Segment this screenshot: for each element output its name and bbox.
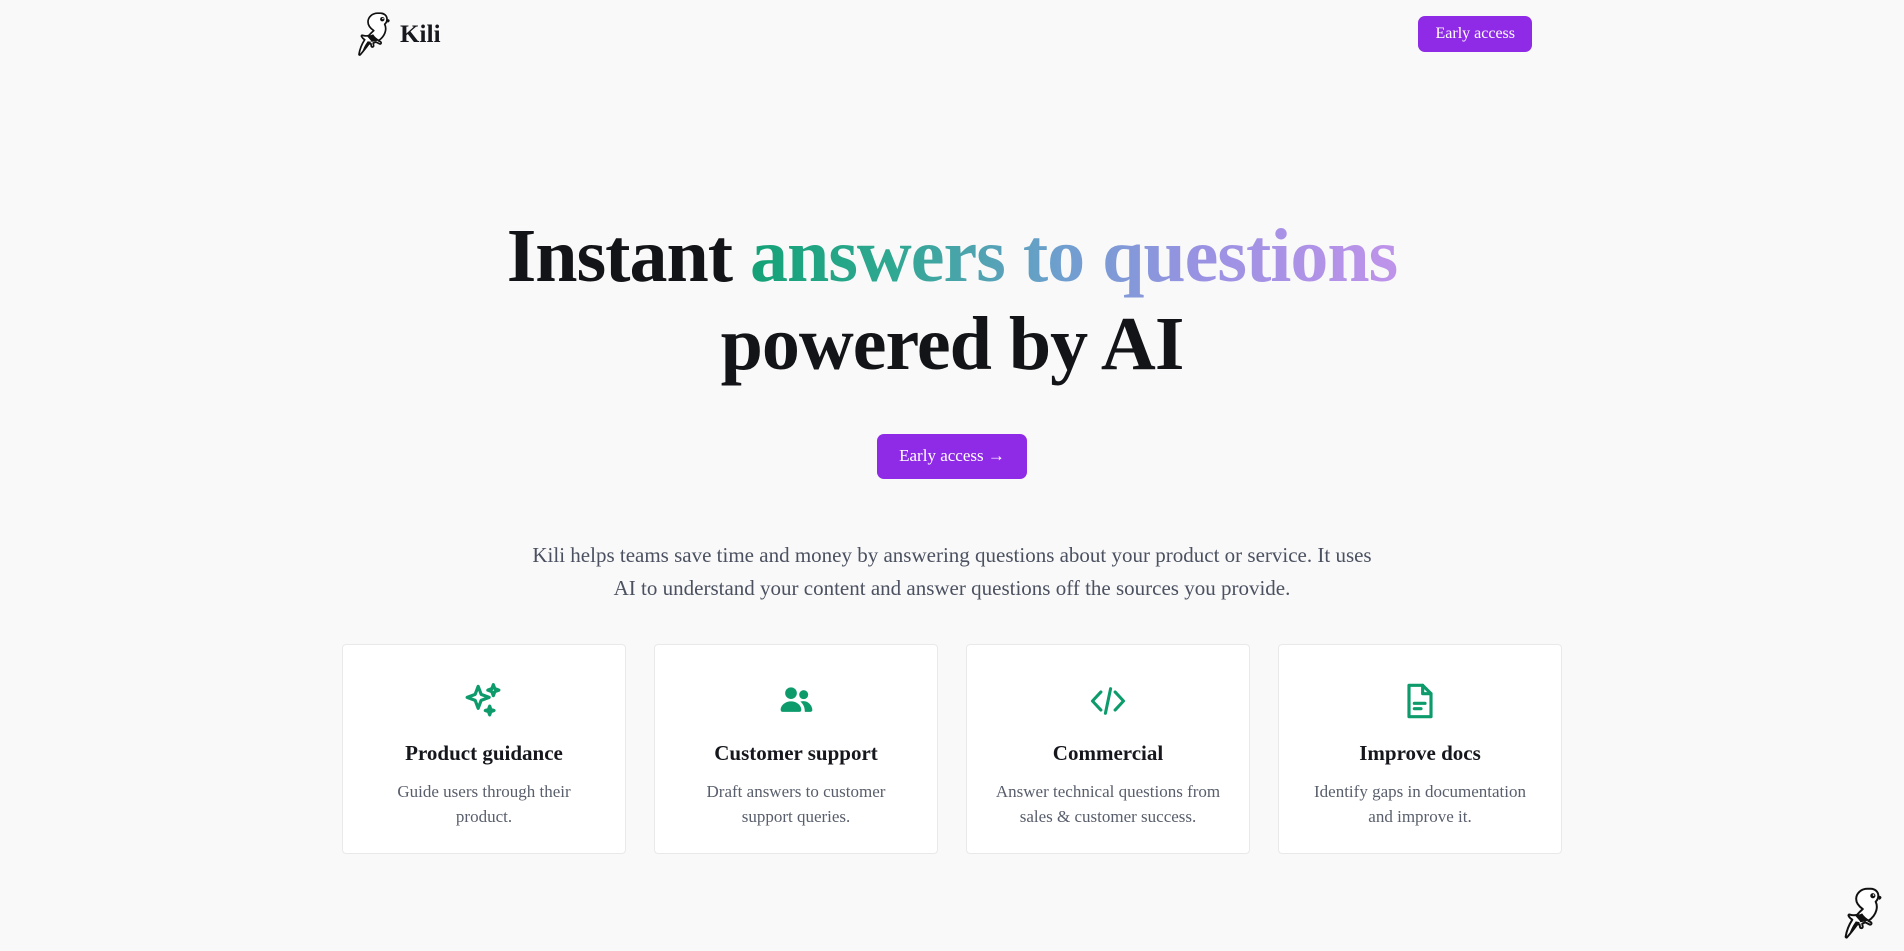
headline-second-line: powered by AI: [720, 302, 1185, 387]
code-brackets-icon: [1087, 679, 1129, 723]
hero-section: Instant answers to questions powered by …: [0, 0, 1904, 855]
feature-card-product-guidance[interactable]: Product guidance Guide users through the…: [342, 644, 626, 855]
feature-card-title: Product guidance: [405, 741, 563, 766]
headline-gradient-text: answers to questions: [750, 214, 1398, 298]
feature-card-title: Improve docs: [1359, 741, 1481, 766]
sparkles-icon: [464, 679, 504, 723]
feature-card-improve-docs[interactable]: Improve docs Identify gaps in documentat…: [1278, 644, 1562, 855]
feature-card-commercial[interactable]: Commercial Answer technical questions fr…: [966, 644, 1250, 855]
parrot-badge-icon[interactable]: [1842, 885, 1882, 941]
hero-cta-wrapper: Early access →: [0, 434, 1904, 479]
feature-card-title: Commercial: [1052, 741, 1164, 766]
feature-card-title: Customer support: [714, 741, 878, 766]
page-title: Instant answers to questions powered by …: [0, 212, 1904, 388]
hero-subtitle: Kili helps teams save time and money by …: [532, 543, 1372, 600]
feature-card-description: Identify gaps in documentation and impro…: [1314, 782, 1526, 826]
feature-card-description: Draft answers to customer support querie…: [706, 782, 886, 826]
feature-card-description: Answer technical questions from sales & …: [995, 782, 1221, 826]
feature-card-customer-support[interactable]: Customer support Draft answers to custom…: [654, 644, 938, 855]
headline-plain-text: Instant: [506, 214, 751, 298]
users-icon: [776, 679, 816, 723]
document-icon: [1401, 679, 1439, 723]
feature-card-description: Guide users through their product.: [397, 782, 571, 826]
hero-early-access-button[interactable]: Early access →: [877, 434, 1027, 479]
feature-card-grid: Product guidance Guide users through the…: [342, 644, 1562, 855]
